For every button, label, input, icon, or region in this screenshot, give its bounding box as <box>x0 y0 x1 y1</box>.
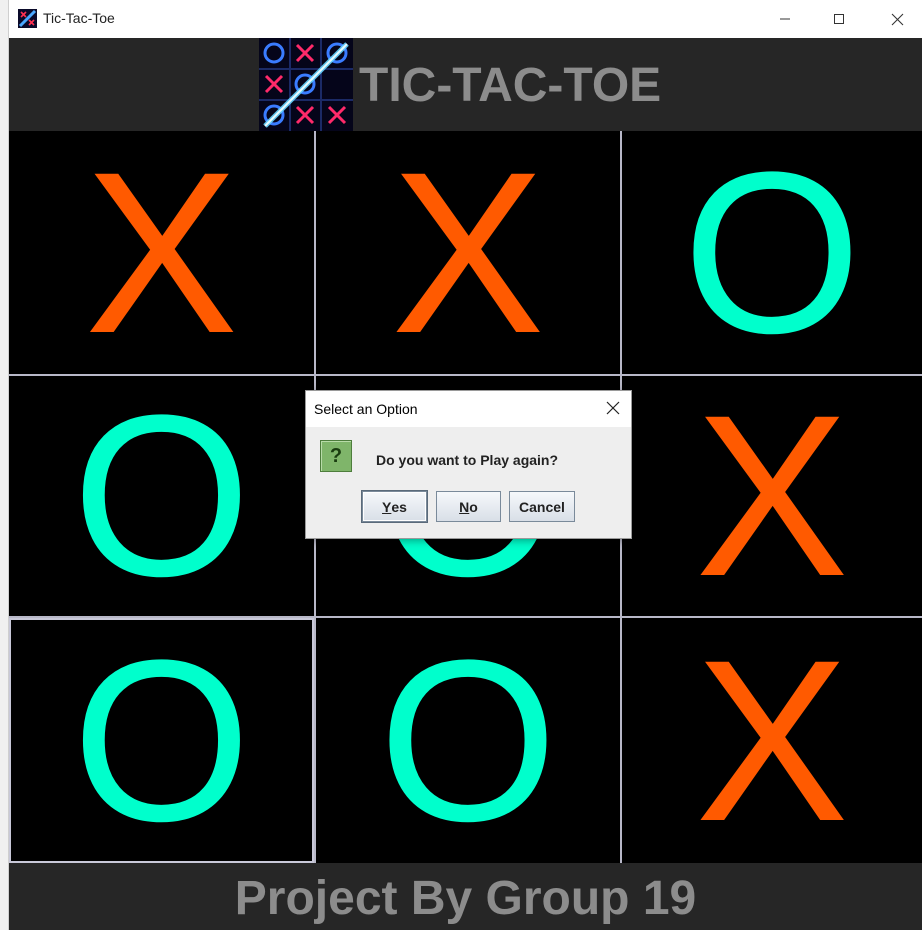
minimize-icon <box>780 18 790 20</box>
footer-credit: Project By Group 19 <box>234 872 697 925</box>
close-icon <box>891 13 903 25</box>
board-cell-9[interactable]: X <box>622 618 922 863</box>
game-header: TIC-TAC-TOE <box>9 38 922 131</box>
window-titlebar[interactable]: Tic-Tac-Toe <box>9 0 922 38</box>
cancel-button[interactable]: Cancel <box>509 491 575 522</box>
game-footer: Project By Group 19 <box>9 863 922 930</box>
play-again-dialog: Select an Option ? Do you want to Play a… <box>305 390 632 539</box>
minimize-button[interactable] <box>762 0 808 38</box>
board-cell-3[interactable]: O <box>622 131 922 374</box>
tic-tac-toe-logo-icon <box>259 38 353 131</box>
window-title: Tic-Tac-Toe <box>43 10 115 26</box>
background-window-edge <box>0 0 9 930</box>
no-button[interactable]: No <box>436 491 501 522</box>
maximize-button[interactable] <box>816 0 862 38</box>
board-cell-6[interactable]: X <box>622 376 922 616</box>
no-button-mnemonic: N <box>459 498 470 515</box>
yes-button-mnemonic: Y <box>382 498 392 515</box>
yes-button[interactable]: Yes <box>362 491 427 522</box>
dialog-message: Do you want to Play again? <box>376 452 559 468</box>
app-icon <box>18 9 37 28</box>
yes-button-label: es <box>391 498 407 515</box>
board-cell-2[interactable]: X <box>316 131 620 374</box>
maximize-icon <box>834 14 844 24</box>
close-icon[interactable] <box>605 400 621 416</box>
board-cell-4[interactable]: O <box>9 376 314 616</box>
no-button-label: o <box>469 498 478 515</box>
board-cell-7[interactable]: O <box>9 618 314 863</box>
board-cell-1[interactable]: X <box>9 131 314 374</box>
question-icon: ? <box>320 440 352 472</box>
game-title: TIC-TAC-TOE <box>359 59 662 112</box>
dialog-titlebar[interactable]: Select an Option <box>306 391 631 427</box>
board-cell-8[interactable]: O <box>316 618 620 863</box>
close-window-button[interactable] <box>874 0 920 38</box>
dialog-title: Select an Option <box>314 401 418 417</box>
